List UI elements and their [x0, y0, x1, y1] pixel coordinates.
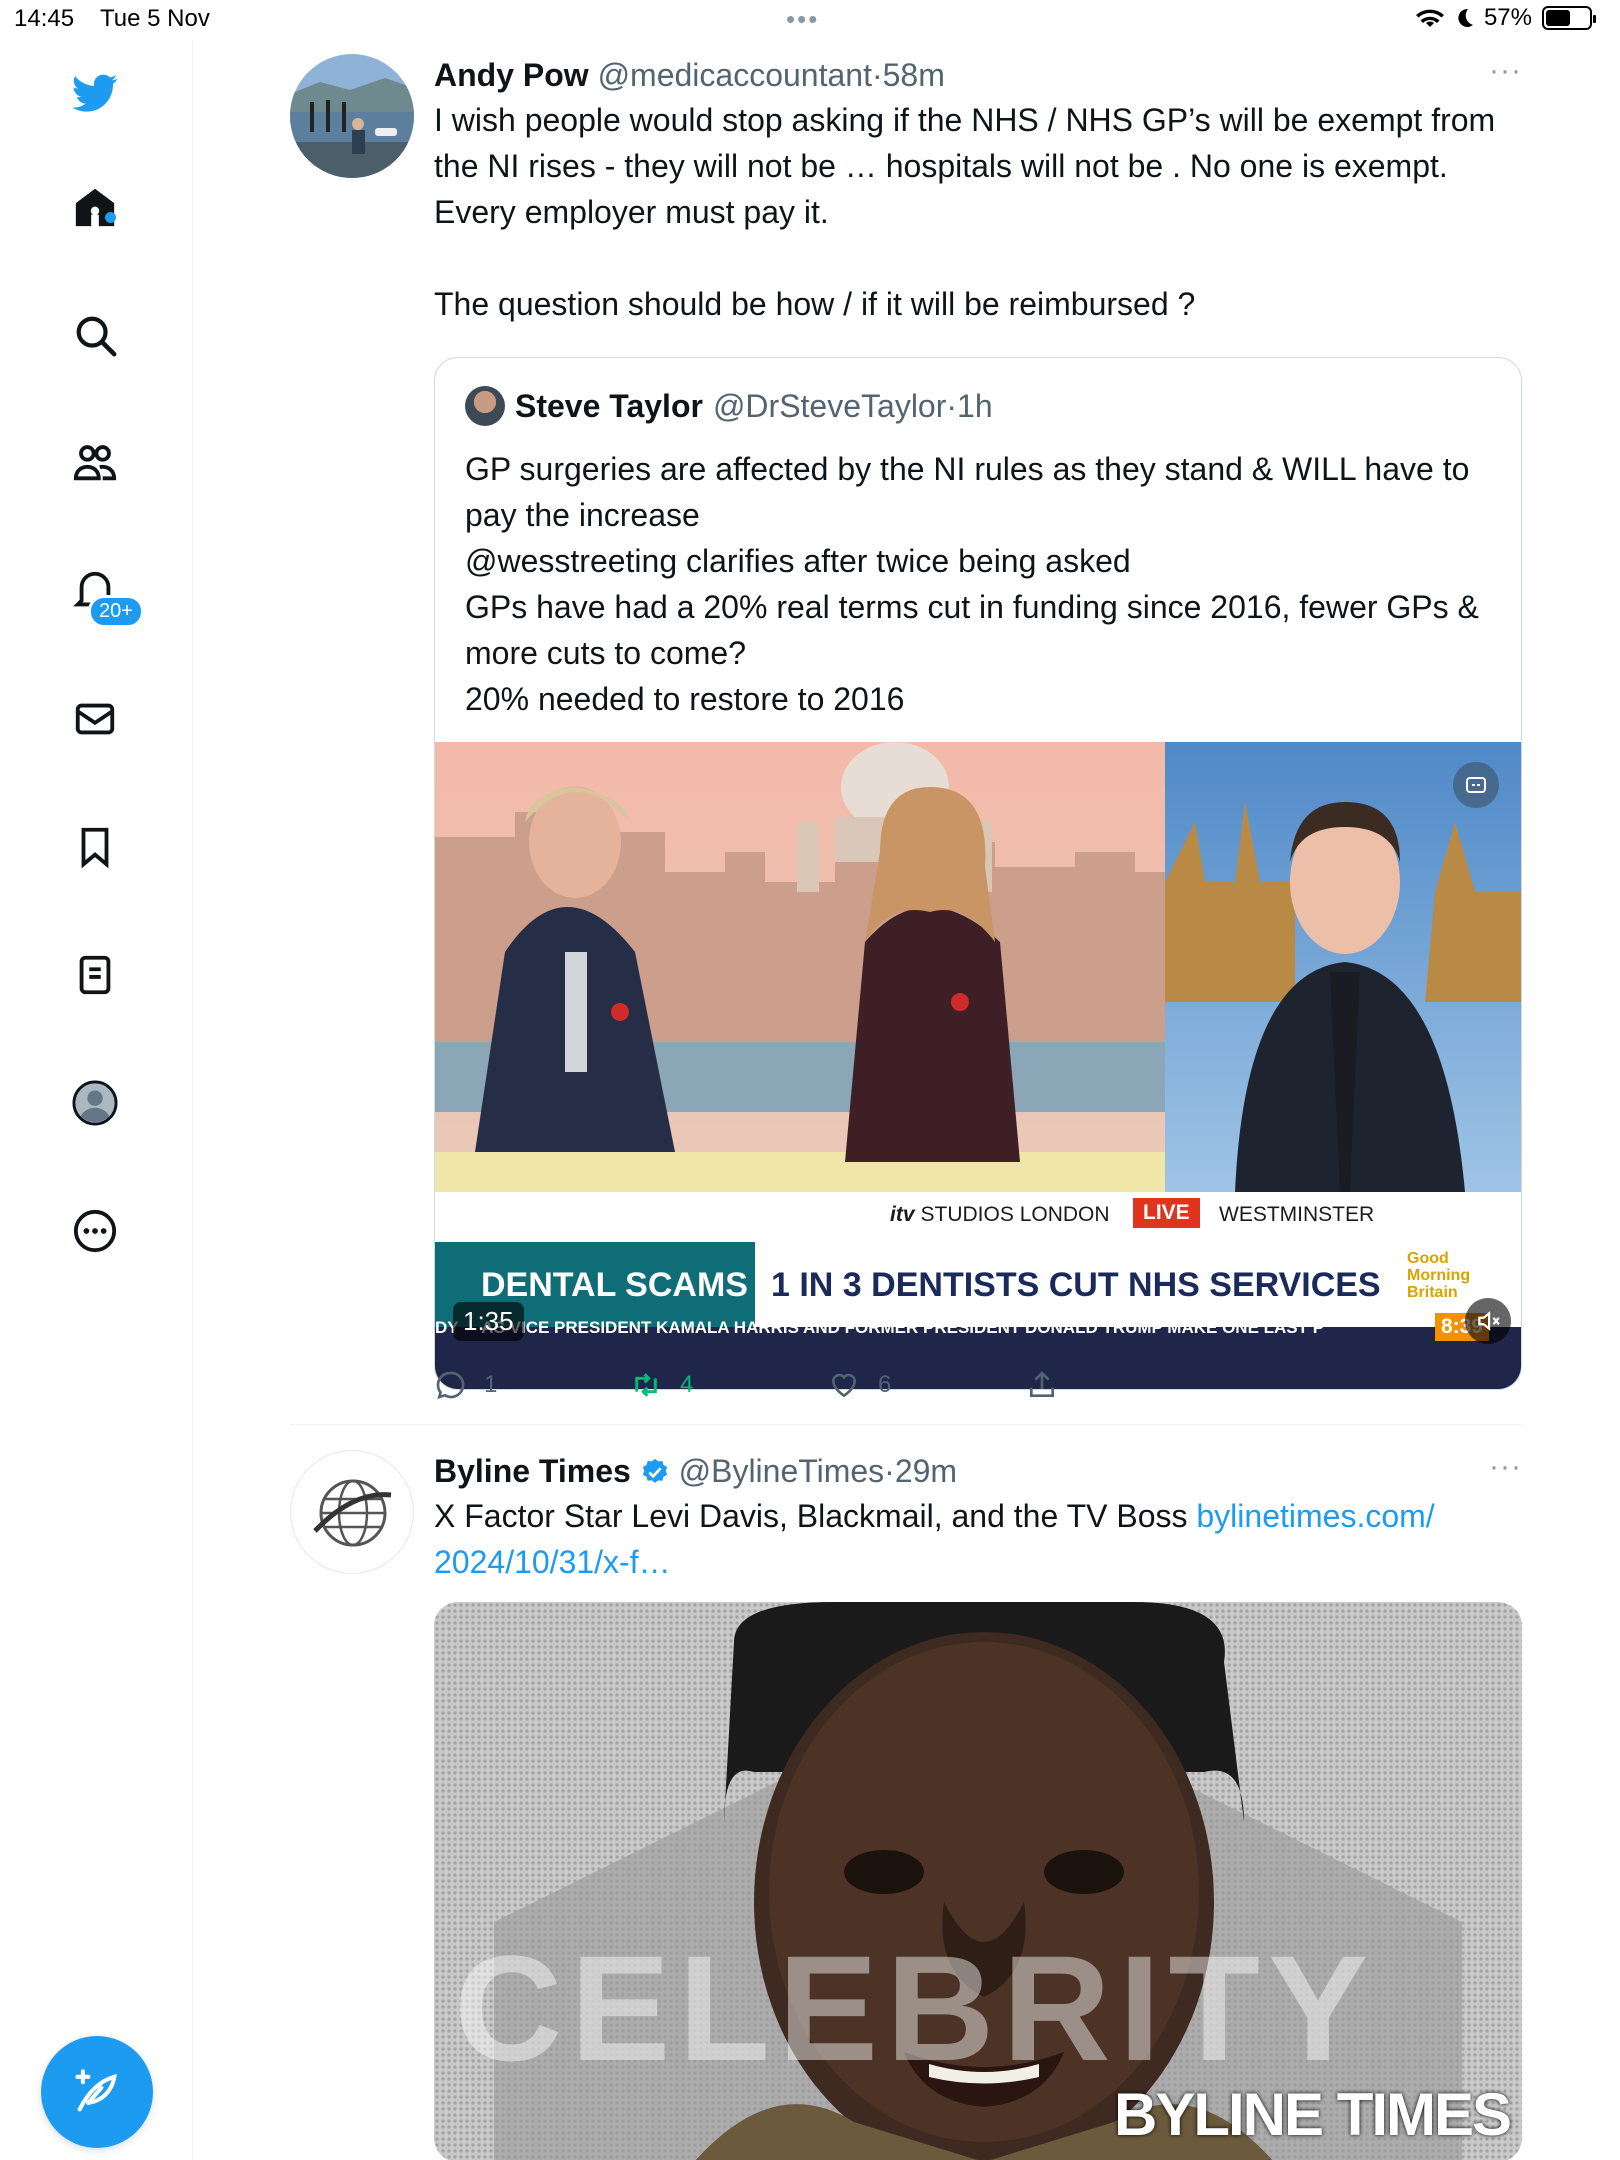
- retweet-count: 4: [680, 1371, 694, 1398]
- profile-icon[interactable]: [70, 1078, 120, 1128]
- share-button[interactable]: [1026, 1369, 1058, 1401]
- battery-percent: 57%: [1483, 4, 1532, 31]
- quote-paragraph: GP surgeries are affected by the NI rule…: [465, 451, 1470, 533]
- tweet-more-icon[interactable]: ···: [1489, 54, 1522, 88]
- tweet-header: Byline Times @BylineTimes·29m: [434, 1450, 1522, 1492]
- show-logo-line: Morning: [1407, 1267, 1471, 1284]
- video-duration: 1:35: [453, 1302, 524, 1341]
- quote-header: Steve Taylor @DrSteveTaylor·1h: [465, 386, 993, 426]
- image-background-text: CELEBRITY: [454, 1924, 1377, 2092]
- compose-feather-icon: [75, 2069, 117, 2112]
- heart-icon: [831, 1373, 857, 1398]
- battery-level: [1546, 10, 1570, 26]
- messages-icon[interactable]: [70, 694, 120, 744]
- moon-icon: [1458, 8, 1473, 27]
- tweet-paragraph: [434, 235, 1522, 281]
- wifi-icon: [1415, 9, 1444, 27]
- search-icon[interactable]: [70, 310, 120, 360]
- tweet-paragraph: I wish people would stop asking if the N…: [434, 102, 1496, 230]
- timeline[interactable]: Andy Pow @medicaccountant·58m ··· I wish…: [193, 40, 1620, 2160]
- avatar[interactable]: [290, 1450, 414, 1574]
- home-unread-dot: [105, 212, 116, 223]
- tweet-text: X Factor Star Levi Davis, Blackmail, and…: [434, 1493, 1522, 1585]
- communities-icon[interactable]: [70, 438, 120, 488]
- quote-paragraph: GPs have had a 20% real terms cut in fun…: [465, 589, 1479, 671]
- location-left-text: STUDIOS LONDON: [920, 1203, 1110, 1226]
- author-name[interactable]: Andy Pow: [434, 57, 589, 93]
- image-watermark: BYLINE TIMES: [1114, 2081, 1512, 2148]
- retweet-icon: [635, 1373, 657, 1397]
- twitter-logo-icon[interactable]: [70, 68, 120, 118]
- news-ticker: DY AS VICE PRESIDENT KAMALA HARRIS AND F…: [435, 1318, 1325, 1337]
- tweet-header: Andy Pow @medicaccountant·58m: [434, 54, 1522, 96]
- home-icon[interactable]: [70, 182, 120, 232]
- quote-author-name: Steve Taylor: [515, 387, 703, 424]
- headline-text: 1 IN 3 DENTISTS CUT NHS SERVICES: [771, 1266, 1381, 1304]
- more-icon[interactable]: [70, 1206, 120, 1256]
- sidebar: 20+: [0, 40, 193, 2160]
- multitasking-dots-icon[interactable]: •••: [786, 4, 819, 35]
- status-date: Tue 5 Nov: [100, 5, 210, 32]
- tweet-time[interactable]: 29m: [895, 1453, 957, 1489]
- quote-paragraph: @wesstreeting clarifies after twice bein…: [465, 543, 1131, 579]
- video-location-left: itv STUDIOS LONDON: [890, 1203, 1110, 1227]
- notifications-badge: 20+: [88, 595, 144, 628]
- like-button[interactable]: 6: [828, 1369, 891, 1401]
- like-count: 6: [878, 1371, 892, 1398]
- compose-tweet-button[interactable]: [41, 2036, 153, 2148]
- author-name[interactable]: Byline Times: [434, 1453, 631, 1489]
- tweet-paragraph: The question should be how / if it will …: [434, 286, 1196, 322]
- tweet-text: I wish people would stop asking if the N…: [434, 97, 1522, 327]
- reply-button[interactable]: 1: [434, 1369, 497, 1401]
- avatar[interactable]: [290, 54, 414, 178]
- retweet-button[interactable]: 4: [630, 1369, 693, 1401]
- quote-paragraph: 20% needed to restore to 2016: [465, 681, 905, 717]
- author-handle[interactable]: @BylineTimes: [679, 1453, 885, 1489]
- headline-tag: DENTAL SCAMS: [481, 1266, 748, 1304]
- tweet-actions: 1 4 6: [434, 1369, 1134, 1409]
- lists-icon[interactable]: [70, 950, 120, 1000]
- quote-text: GP surgeries are affected by the NI rule…: [465, 446, 1495, 722]
- video-player[interactable]: itv STUDIOS LONDON LIVE WESTMINSTER DENTA…: [435, 742, 1521, 1389]
- reply-count: 1: [484, 1371, 498, 1398]
- itv-logo: itv: [890, 1203, 915, 1226]
- verified-badge-icon: [642, 1458, 667, 1483]
- show-logo-line: Britain: [1407, 1284, 1458, 1301]
- tweet[interactable]: Byline Times @BylineTimes·29m ··· X Fact…: [290, 1450, 1522, 2160]
- status-time: 14:45: [14, 5, 75, 32]
- reply-icon: [436, 1371, 465, 1399]
- tweet-more-icon[interactable]: ···: [1489, 1450, 1522, 1484]
- live-badge: LIVE: [1133, 1198, 1200, 1228]
- tweet-paragraph: X Factor Star Levi Davis, Blackmail, and…: [434, 1498, 1197, 1534]
- speaker-muted-icon: [1478, 1311, 1500, 1331]
- status-bar: 14:45 Tue 5 Nov ••• 57%: [0, 0, 1620, 40]
- battery-icon: [1542, 6, 1596, 30]
- bookmarks-icon[interactable]: [70, 822, 120, 872]
- captions-icon: [1466, 777, 1486, 793]
- quote-avatar[interactable]: [465, 386, 505, 426]
- show-logo: Good Morning Britain: [1407, 1250, 1470, 1301]
- quoted-tweet[interactable]: Steve Taylor @DrSteveTaylor·1h GP surger…: [434, 357, 1522, 1390]
- show-logo-line: Good: [1407, 1250, 1449, 1267]
- video-location-right: WESTMINSTER: [1219, 1203, 1375, 1226]
- mute-button[interactable]: [1465, 1298, 1511, 1344]
- tweet[interactable]: Andy Pow @medicaccountant·58m ··· I wish…: [290, 54, 1522, 1424]
- fullscreen-button[interactable]: [1453, 762, 1499, 808]
- separator: ·: [946, 387, 958, 424]
- quote-author-handle: @DrSteveTaylor: [712, 387, 947, 424]
- tweet-time[interactable]: 58m: [883, 57, 945, 93]
- separator: ·: [884, 1453, 895, 1489]
- tweet-divider: [290, 1424, 1522, 1425]
- article-image[interactable]: CELEBRITY BYLINE TIMES: [434, 1602, 1522, 2160]
- separator: ·: [871, 57, 883, 93]
- author-handle[interactable]: @medicaccountant: [598, 57, 872, 93]
- share-icon: [1030, 1371, 1054, 1397]
- quote-time: 1h: [957, 387, 993, 424]
